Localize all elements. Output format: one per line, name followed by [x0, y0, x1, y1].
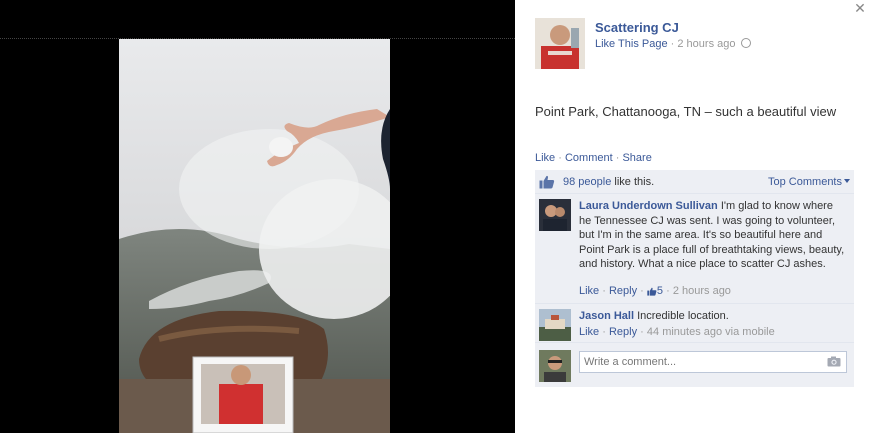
comments-box: 98 people like this. Top Comments Laura …: [535, 170, 854, 387]
meta-separator: ·: [670, 38, 675, 50]
meta-separator: ·: [666, 285, 670, 297]
comment-like-button[interactable]: Like: [579, 326, 599, 338]
meta-separator: ·: [640, 326, 644, 338]
post-actions: Like · Comment · Share: [535, 152, 652, 164]
comment-body: Laura Underdown Sullivan I'm glad to kno…: [579, 199, 847, 272]
meta-separator: ·: [602, 285, 606, 297]
close-icon[interactable]: ✕: [852, 0, 868, 16]
comment-like-button[interactable]: Like: [579, 285, 599, 297]
action-separator: ·: [615, 152, 620, 164]
like-count-value: 5: [656, 285, 664, 297]
commenter-avatar[interactable]: [539, 199, 571, 231]
post-text: Point Park, Chattanooga, TN – such a bea…: [535, 104, 837, 119]
comment-composer: [535, 343, 854, 387]
comment-like-count[interactable]: 5: [647, 285, 663, 297]
comment-item: Jason Hall Incredible location. Like · R…: [535, 304, 854, 343]
share-button[interactable]: Share: [622, 152, 651, 164]
meta-separator: ·: [640, 285, 644, 297]
likes-suffix: like this.: [611, 176, 655, 188]
action-separator: ·: [558, 152, 562, 164]
comment-meta: Like · Reply · 44 minutes ago via mobile: [579, 326, 775, 338]
comment-meta: Like · Reply · 5 · 2 hours ago: [579, 285, 731, 297]
meta-separator: ·: [602, 326, 606, 338]
comment-time[interactable]: 2 hours ago: [673, 285, 731, 297]
comment-time[interactable]: 44 minutes ago via mobile: [647, 326, 775, 338]
comment-reply-button[interactable]: Reply: [609, 326, 637, 338]
comment-text: Incredible location.: [637, 310, 729, 322]
page-avatar[interactable]: [535, 18, 585, 69]
comment-sort-dropdown[interactable]: Top Comments: [768, 176, 850, 188]
comment-reply-button[interactable]: Reply: [609, 285, 637, 297]
comment-author[interactable]: Jason Hall: [579, 310, 634, 322]
likes-count-link[interactable]: 98 people: [563, 176, 611, 188]
comment-item: Laura Underdown Sullivan I'm glad to kno…: [535, 194, 854, 304]
post-meta: Like This Page · 2 hours ago: [595, 38, 751, 50]
like-page-link[interactable]: Like This Page: [595, 38, 668, 50]
comment-author[interactable]: Laura Underdown Sullivan: [579, 200, 718, 212]
comment-input[interactable]: [579, 351, 847, 373]
camera-icon[interactable]: [827, 356, 841, 367]
likes-summary: 98 people like this.: [563, 176, 654, 188]
comment-body: Jason Hall Incredible location.: [579, 309, 847, 324]
thumbs-up-icon: [647, 287, 657, 296]
post-photo[interactable]: [119, 39, 390, 433]
thumbs-up-icon: [539, 175, 555, 189]
like-button[interactable]: Like: [535, 152, 555, 164]
post-timestamp[interactable]: 2 hours ago: [677, 38, 735, 50]
commenter-avatar[interactable]: [539, 309, 571, 341]
photo-illustration: [119, 39, 390, 433]
avatar: [539, 350, 571, 382]
page-name[interactable]: Scattering CJ: [595, 20, 679, 35]
comment-button[interactable]: Comment: [565, 152, 613, 164]
photo-viewer-stage: [0, 0, 515, 433]
chevron-down-icon: [844, 179, 850, 183]
likes-row: 98 people like this. Top Comments: [535, 170, 854, 194]
post-details-panel: ✕ Scattering CJ Like This Page · 2 hours…: [515, 0, 870, 433]
globe-icon: [740, 38, 751, 48]
sort-label: Top Comments: [768, 176, 842, 188]
